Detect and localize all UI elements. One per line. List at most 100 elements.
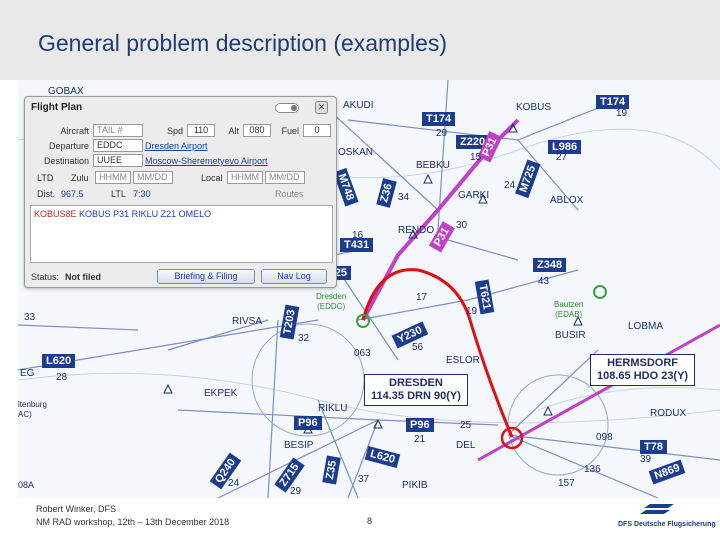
map-number: 157 bbox=[558, 478, 575, 489]
map-number: 28 bbox=[56, 372, 68, 383]
zulu-date-field[interactable]: MM/DD bbox=[133, 171, 173, 184]
map-edge-label: ltenburg bbox=[18, 400, 47, 409]
airport-label: Bautzen (EDAB) bbox=[554, 300, 583, 320]
fuel-field[interactable]: 0 bbox=[303, 124, 331, 137]
navaid-box-hermsdorf: HERMSDORF 108.65 HDO 23(Y) bbox=[590, 354, 696, 386]
waypoint-label: BUSIR bbox=[555, 330, 586, 341]
destination-field[interactable]: UUEE bbox=[93, 154, 143, 167]
fuel-label: Fuel bbox=[281, 126, 299, 136]
map-number: 063 bbox=[354, 348, 371, 359]
navaid-box-dresden: DRESDEN 114.35 DRN 90(Y) bbox=[364, 374, 468, 406]
departure-airport-link[interactable]: Dresden Airport bbox=[145, 141, 208, 151]
waypoint-label: ESLOR bbox=[446, 355, 480, 366]
map-number: 136 bbox=[584, 464, 601, 475]
destination-label: Destination bbox=[43, 156, 89, 166]
speed-field[interactable]: 110 bbox=[187, 124, 215, 137]
waypoint-label: RIKLU bbox=[318, 403, 348, 414]
altitude-field[interactable]: 080 bbox=[243, 124, 271, 137]
map-edge-label: 08A bbox=[18, 480, 35, 490]
map-number: 15 bbox=[470, 152, 482, 163]
navaid-freq: 114.35 DRN 90(Y) bbox=[371, 390, 461, 402]
map-number: 25 bbox=[460, 420, 472, 431]
close-icon[interactable]: ✕ bbox=[315, 101, 328, 114]
waypoint-label: EG bbox=[20, 368, 35, 379]
aircraft-field[interactable]: TAIL # bbox=[93, 124, 143, 137]
map-number: 21 bbox=[414, 434, 426, 445]
departure-field[interactable]: EDDC bbox=[93, 139, 143, 152]
dfs-logo-text: DFS Deutsche Flugsicherung bbox=[618, 521, 716, 528]
waypoint-label: KOBUS bbox=[516, 102, 552, 113]
waypoint-label: RIVSA bbox=[232, 316, 263, 327]
briefing-filing-button[interactable]: Briefing & Filing bbox=[157, 269, 255, 284]
map-number: 27 bbox=[556, 152, 568, 163]
airway-label: T78 bbox=[640, 440, 667, 454]
map-edge-label: AC) bbox=[18, 410, 32, 419]
waypoint-label: BEBKU bbox=[416, 160, 450, 171]
route-textarea[interactable]: KOBUS8E KOBUS P31 RIKLU Z21 OMELO bbox=[30, 205, 333, 263]
status-label: Status: bbox=[31, 272, 60, 282]
distance-label: Dist. bbox=[37, 189, 55, 199]
status-value: Not filed bbox=[65, 272, 101, 282]
waypoint-label: GARKI bbox=[458, 190, 490, 201]
waypoint-label: AKUDI bbox=[343, 100, 374, 111]
airway-label: T174 bbox=[596, 95, 630, 109]
waypoint-label: OSKAN bbox=[338, 147, 374, 158]
footer-event: NM RAD workshop, 12th – 13th December 20… bbox=[36, 517, 230, 527]
map-number: 56 bbox=[412, 342, 424, 353]
airway-label: L620 bbox=[42, 354, 76, 368]
lte-value: 7:30 bbox=[133, 189, 151, 199]
zulu-label: Zulu bbox=[71, 173, 89, 183]
waypoint-label: RENDO bbox=[398, 225, 435, 236]
zulu-time-field[interactable]: HHMM bbox=[95, 171, 131, 184]
airport-name: Dresden bbox=[316, 292, 347, 301]
airway-label: P96 bbox=[294, 416, 322, 430]
map-number: 30 bbox=[456, 220, 468, 231]
airway-label: P96 bbox=[406, 418, 434, 432]
map-number: 17 bbox=[416, 292, 428, 303]
map-number: 24 bbox=[504, 180, 516, 191]
nav-log-button[interactable]: Nav Log bbox=[261, 269, 327, 284]
local-label: Local bbox=[201, 173, 223, 183]
map-number: 24 bbox=[228, 478, 240, 489]
map-number: 29 bbox=[436, 128, 448, 139]
local-date-field[interactable]: MM/DD bbox=[265, 171, 305, 184]
aircraft-label: Aircraft bbox=[60, 126, 89, 136]
airway-label: Z348 bbox=[533, 258, 567, 272]
map-number: 098 bbox=[596, 432, 613, 443]
local-time-field[interactable]: HHMM bbox=[227, 171, 263, 184]
routes-label: Routes bbox=[275, 189, 304, 199]
destination-airport-link[interactable]: Moscow-Sheremetyevo Airport bbox=[145, 156, 268, 166]
waypoint-label: RODUX bbox=[650, 408, 687, 419]
navaid-freq: 108.65 HDO 23(Y) bbox=[597, 370, 689, 382]
footer-credit: Robert Winker, DFS NM RAD workshop, 12th… bbox=[36, 503, 229, 529]
footer-author: Robert Winker, DFS bbox=[36, 504, 117, 514]
map-number: 16 bbox=[352, 230, 364, 241]
flight-plan-window: Flight Plan ✕ Aircraft TAIL # Spd 110 Al… bbox=[24, 96, 337, 288]
map-number: 43 bbox=[538, 276, 550, 287]
altitude-label: Alt bbox=[228, 126, 239, 136]
airway-label: T174 bbox=[422, 112, 456, 126]
flight-plan-titlebar: Flight Plan ✕ bbox=[25, 97, 336, 117]
map-number: 37 bbox=[358, 474, 370, 485]
airport-code: (EDAB) bbox=[555, 310, 583, 319]
page-number: 8 bbox=[367, 516, 373, 526]
waypoint-label: ABLOX bbox=[550, 195, 584, 206]
map-number: 19 bbox=[616, 108, 628, 119]
waypoint-label: BESIP bbox=[284, 440, 314, 451]
map-number: 29 bbox=[290, 486, 302, 497]
waypoint-label: DEL bbox=[456, 440, 476, 451]
waypoint-label: LOBMA bbox=[628, 321, 664, 332]
airport-name: Bautzen bbox=[554, 300, 584, 309]
speed-label: Spd bbox=[166, 126, 183, 136]
slide-title: General problem description (examples) bbox=[38, 30, 448, 56]
lte-label: LTL bbox=[111, 189, 126, 199]
flight-plan-title: Flight Plan bbox=[31, 102, 83, 113]
route-string: KOBUS P31 RIKLU Z21 OMELO bbox=[79, 209, 212, 219]
route-sid: KOBUS8E bbox=[34, 209, 77, 219]
map-number: 39 bbox=[640, 454, 652, 465]
map-number: 19 bbox=[466, 306, 478, 317]
distance-value: 967.5 bbox=[61, 189, 84, 199]
toggle-switch[interactable] bbox=[275, 103, 299, 113]
airport-code: (EDDC) bbox=[317, 302, 346, 311]
map-number: 32 bbox=[298, 333, 310, 344]
